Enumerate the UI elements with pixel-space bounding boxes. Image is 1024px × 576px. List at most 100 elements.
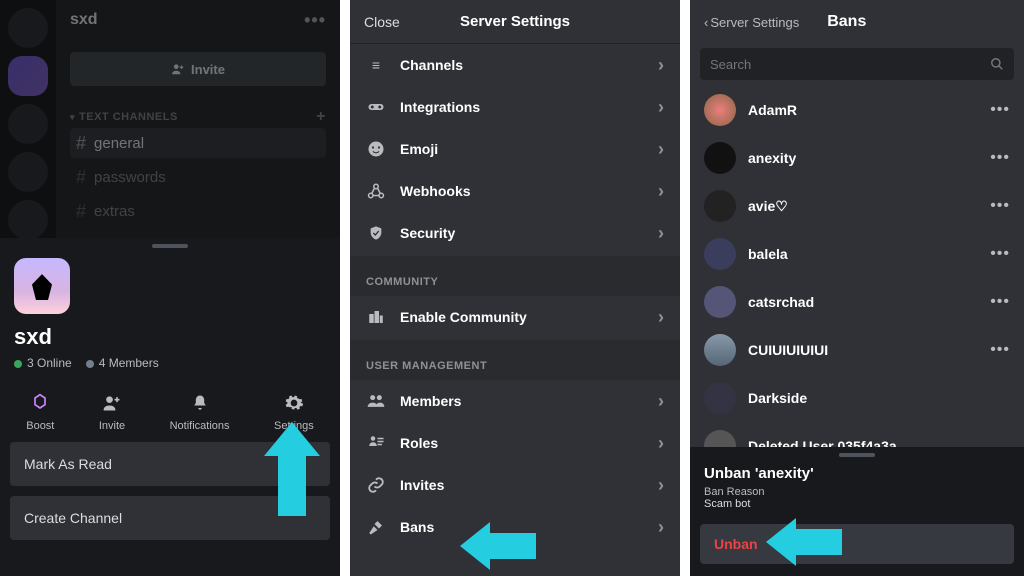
- ban-row[interactable]: catsrchad •••: [690, 278, 1024, 326]
- link-icon: [366, 476, 386, 494]
- ban-name: Darkside: [748, 390, 807, 406]
- ban-name: CUIUIUIUIUI: [748, 342, 828, 358]
- back-label: Server Settings: [710, 15, 799, 30]
- hammer-icon: [366, 518, 386, 536]
- bans-header: ‹ Server Settings Bans: [690, 0, 1024, 44]
- boost-label: Boost: [26, 420, 54, 432]
- gear-icon: [283, 392, 305, 414]
- avatar: [704, 238, 736, 270]
- avatar: [704, 142, 736, 174]
- close-button[interactable]: Close: [364, 14, 400, 30]
- row-label: Members: [400, 393, 461, 409]
- tutorial-arrow-bans: [460, 522, 536, 570]
- avatar: [704, 286, 736, 318]
- chevron-right-icon: ›: [658, 139, 664, 160]
- add-user-icon: [101, 392, 123, 414]
- settings-list: ≡Channels› Integrations › Emoji › Webhooks…: [350, 44, 680, 576]
- unban-title: Unban 'anexity': [690, 465, 1024, 482]
- search-icon: [990, 57, 1004, 71]
- row-label: Invites: [400, 477, 444, 493]
- more-icon[interactable]: •••: [990, 245, 1010, 263]
- row-members[interactable]: Members ›: [350, 380, 680, 422]
- settings-header: Close Server Settings: [350, 0, 680, 44]
- members-icon: [366, 393, 386, 409]
- ban-row[interactable]: Darkside: [690, 374, 1024, 422]
- row-label: Bans: [400, 519, 434, 535]
- chevron-right-icon: ›: [658, 433, 664, 454]
- more-icon[interactable]: •••: [990, 197, 1010, 215]
- drag-handle-icon[interactable]: [152, 244, 188, 248]
- row-label: Integrations: [400, 99, 480, 115]
- row-roles[interactable]: Roles ›: [350, 422, 680, 464]
- integrations-icon: [366, 101, 386, 113]
- emoji-icon: [366, 140, 386, 158]
- ban-row[interactable]: avie♡ •••: [690, 182, 1024, 230]
- row-label: Webhooks: [400, 183, 471, 199]
- row-security[interactable]: Security ›: [350, 212, 680, 254]
- server-action-sheet: sxd 3 Online 4 Members Boost Invite Noti…: [0, 238, 340, 576]
- more-icon[interactable]: •••: [990, 293, 1010, 311]
- boost-button[interactable]: Boost: [26, 392, 54, 432]
- avatar: [704, 382, 736, 414]
- create-channel-label: Create Channel: [24, 510, 122, 526]
- channels-icon: ≡: [366, 57, 386, 73]
- chevron-right-icon: ›: [658, 97, 664, 118]
- invite-action-button[interactable]: Invite: [99, 392, 125, 432]
- section-user-management: USER MANAGEMENT: [350, 340, 680, 380]
- bans-title: Bans: [827, 13, 866, 31]
- ban-name: catsrchad: [748, 294, 814, 310]
- ban-row[interactable]: anexity •••: [690, 134, 1024, 182]
- search-placeholder: Search: [710, 57, 751, 72]
- ban-name: anexity: [748, 150, 796, 166]
- row-channels[interactable]: ≡Channels›: [350, 44, 680, 86]
- ban-list: AdamR••• anexity ••• avie♡ ••• balela ••• c…: [690, 86, 1024, 470]
- boost-icon: [29, 392, 51, 414]
- row-invites[interactable]: Invites ›: [350, 464, 680, 506]
- bans-panel: ‹ Server Settings Bans Search AdamR••• a…: [690, 0, 1024, 576]
- row-label: Roles: [400, 435, 438, 451]
- row-integrations[interactable]: Integrations ›: [350, 86, 680, 128]
- more-icon[interactable]: •••: [990, 149, 1010, 167]
- tutorial-arrow-unban: [766, 518, 842, 566]
- ban-name: avie♡: [748, 198, 788, 215]
- search-input[interactable]: Search: [700, 48, 1014, 80]
- ban-reason: Scam bot: [690, 498, 1024, 520]
- more-icon[interactable]: •••: [990, 101, 1010, 119]
- section-community: COMMUNITY: [350, 256, 680, 296]
- row-label: Enable Community: [400, 309, 527, 325]
- sheet-server-name: sxd: [14, 324, 340, 350]
- row-label: Emoji: [400, 141, 438, 157]
- avatar: [704, 334, 736, 366]
- chevron-right-icon: ›: [658, 223, 664, 244]
- member-count: 4 Members: [86, 356, 159, 370]
- ban-name: balela: [748, 246, 788, 262]
- unban-sheet: Unban 'anexity' Ban Reason Scam bot Unba…: [690, 447, 1024, 576]
- roles-icon: [366, 434, 386, 452]
- unban-button[interactable]: Unban: [700, 524, 1014, 564]
- ban-row[interactable]: CUIUIUIUIUI •••: [690, 326, 1024, 374]
- row-label: Security: [400, 225, 455, 241]
- avatar: [704, 94, 736, 126]
- chevron-right-icon: ›: [658, 475, 664, 496]
- server-status: 3 Online 4 Members: [14, 356, 340, 370]
- server-menu-panel: sxd ••• Invite TEXT CHANNELS + #general …: [0, 0, 340, 576]
- notifications-button[interactable]: Notifications: [170, 392, 230, 432]
- server-avatar: [14, 258, 70, 314]
- ban-row[interactable]: AdamR•••: [690, 86, 1024, 134]
- more-icon[interactable]: •••: [990, 341, 1010, 359]
- shield-icon: [366, 224, 386, 242]
- webhooks-icon: [366, 182, 386, 200]
- back-button[interactable]: ‹ Server Settings: [704, 15, 799, 30]
- row-enable-community[interactable]: Enable Community›: [350, 296, 680, 338]
- chevron-right-icon: ›: [658, 181, 664, 202]
- unban-label: Unban: [714, 536, 758, 552]
- row-webhooks[interactable]: Webhooks ›: [350, 170, 680, 212]
- online-count: 3 Online: [14, 356, 72, 370]
- row-emoji[interactable]: Emoji ›: [350, 128, 680, 170]
- community-icon: [366, 308, 386, 326]
- drag-handle-icon[interactable]: [839, 453, 875, 457]
- ban-row[interactable]: balela •••: [690, 230, 1024, 278]
- chevron-right-icon: ›: [658, 391, 664, 412]
- settings-title: Server Settings: [460, 13, 570, 30]
- server-settings-panel: Close Server Settings ≡Channels› Integra…: [350, 0, 680, 576]
